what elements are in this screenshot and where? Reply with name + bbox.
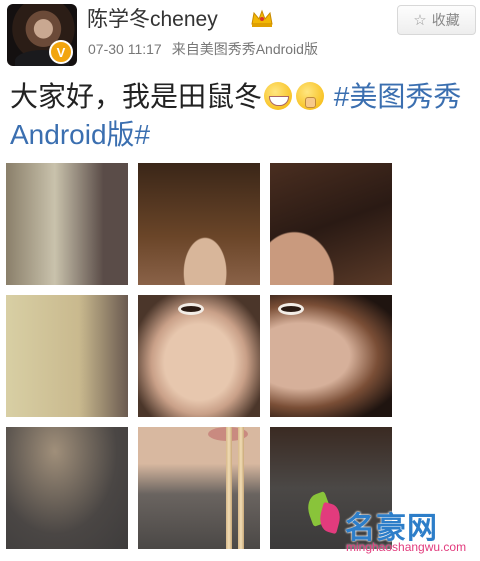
grin-emoji-icon bbox=[264, 82, 293, 110]
post-text: 大家好，我是田鼠冬 #美图秀秀Android版# bbox=[10, 78, 475, 154]
post-meta: 07-30 11:17 来自美图秀秀Android版 bbox=[88, 39, 318, 59]
watermark-url: minghaoshangwu.com bbox=[346, 540, 467, 554]
post-text-main: 大家好，我是田鼠冬 bbox=[10, 81, 263, 112]
photo-tile[interactable] bbox=[138, 295, 260, 417]
favorite-label: 收藏 bbox=[431, 12, 460, 28]
post-source[interactable]: 来自美图秀秀Android版 bbox=[172, 41, 318, 57]
eye-shape bbox=[278, 303, 304, 315]
shush-emoji-icon bbox=[296, 82, 325, 110]
crown-icon bbox=[251, 9, 273, 27]
photo-tile[interactable] bbox=[138, 427, 260, 549]
photo-tile[interactable] bbox=[6, 295, 128, 417]
photo-tile[interactable] bbox=[6, 163, 128, 285]
photo-tile[interactable] bbox=[138, 163, 260, 285]
photo-tile[interactable] bbox=[6, 427, 128, 549]
user-name[interactable]: 陈学冬cheney bbox=[87, 3, 218, 33]
post-time: 07-30 11:17 bbox=[88, 41, 162, 57]
photo-tile[interactable] bbox=[270, 163, 392, 285]
verified-badge-icon: V bbox=[49, 40, 73, 64]
watermark-logo-icon bbox=[298, 486, 350, 542]
photo-tile[interactable] bbox=[270, 295, 392, 417]
chopstick-shape bbox=[238, 427, 244, 549]
eye-shape bbox=[178, 303, 204, 315]
chopstick-shape bbox=[226, 427, 232, 549]
favorite-button[interactable]: ☆ 收藏 bbox=[397, 5, 476, 35]
star-icon: ☆ bbox=[413, 12, 427, 29]
